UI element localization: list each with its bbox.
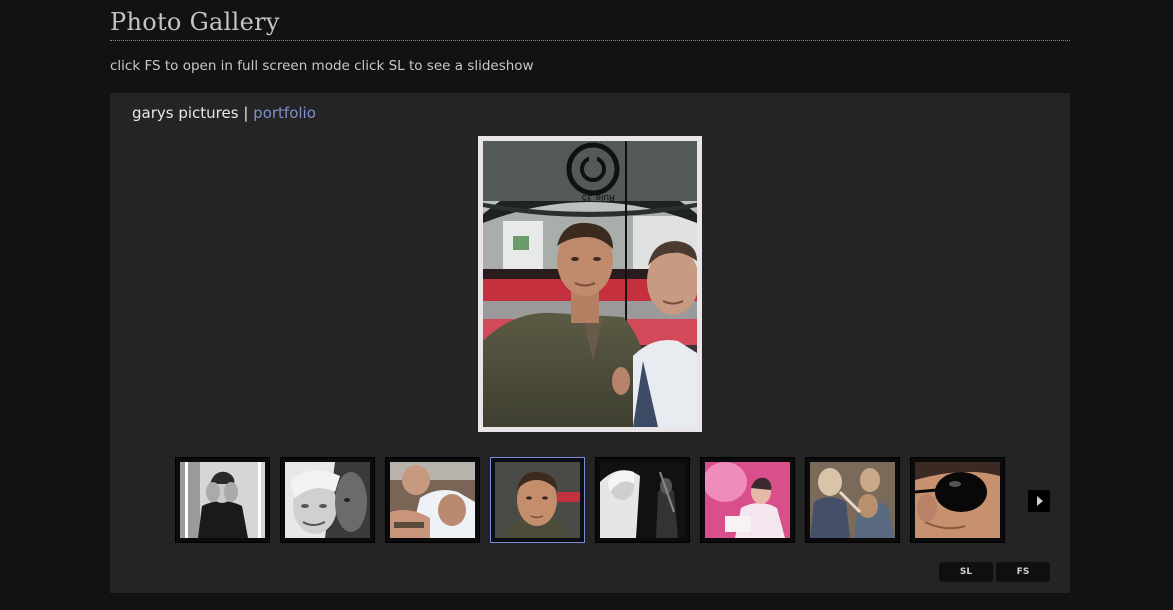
thumb-sunglasses-closeup[interactable]	[910, 457, 1005, 543]
thumb-bw-smiling-face[interactable]	[280, 457, 375, 543]
breadcrumb: garys pictures | portfolio	[132, 104, 316, 122]
thumb-pink-performer[interactable]	[700, 457, 795, 543]
breadcrumb-separator: |	[243, 104, 249, 122]
next-thumbnails-button[interactable]	[1028, 490, 1050, 512]
thumb-man-portrait[interactable]	[490, 457, 585, 543]
album-name: garys pictures	[132, 104, 239, 122]
umbrella-selfie-photo[interactable]: Rule 35	[483, 141, 697, 427]
portfolio-link[interactable]: portfolio	[253, 104, 316, 122]
main-photo-frame: Rule 35	[478, 136, 702, 432]
svg-text:Rule 35: Rule 35	[581, 192, 615, 202]
title-divider	[110, 40, 1070, 41]
play-right-icon	[1037, 496, 1043, 506]
thumbnail-strip	[175, 457, 1015, 543]
fullscreen-button[interactable]: FS	[996, 562, 1050, 582]
page-title: Photo Gallery	[110, 8, 280, 36]
thumb-car-selfie[interactable]	[385, 457, 480, 543]
thumb-bw-concert[interactable]	[595, 457, 690, 543]
thumb-crowd[interactable]	[805, 457, 900, 543]
instructions-text: click FS to open in full screen mode cli…	[110, 58, 534, 74]
gallery-panel: garys pictures | portfolio Rule 35 SL FS	[110, 93, 1070, 593]
slideshow-button[interactable]: SL	[939, 562, 993, 582]
thumb-man-hand-on-face[interactable]	[175, 457, 270, 543]
